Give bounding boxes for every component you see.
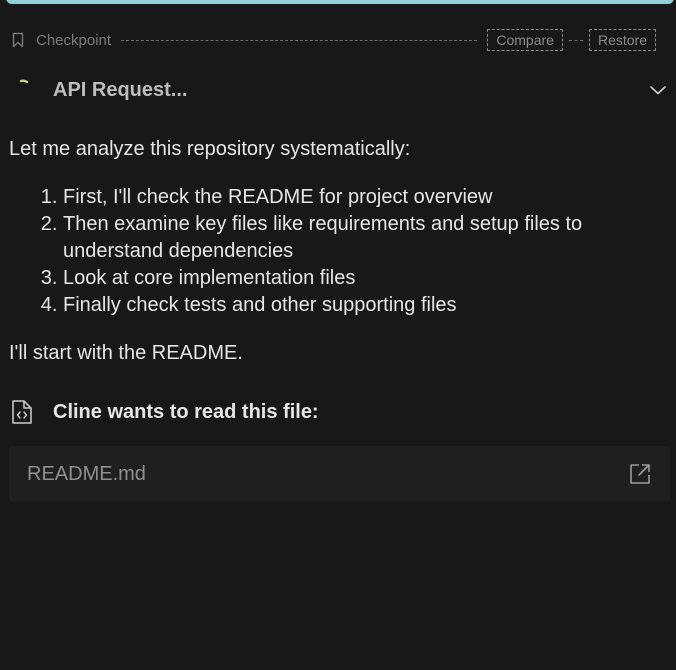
spinner-icon [18, 77, 32, 91]
list-item: First, I'll check the README for project… [63, 184, 669, 211]
api-request-header[interactable]: API Request... [18, 72, 668, 108]
bookmark-icon [10, 31, 26, 49]
file-code-icon [10, 399, 34, 425]
chevron-down-icon[interactable] [648, 80, 668, 100]
external-link-icon[interactable] [628, 462, 652, 486]
list-item: Then examine key files like requirements… [63, 211, 669, 265]
list-item: Finally check tests and other supporting… [63, 292, 669, 319]
steps-list: First, I'll check the README for project… [9, 184, 669, 319]
list-item: Look at core implementation files [63, 265, 669, 292]
restore-button[interactable]: Restore [588, 29, 656, 51]
checkpoint-divider-short [568, 39, 583, 41]
checkpoint-divider [121, 39, 478, 41]
tool-request-title: Cline wants to read this file: [53, 400, 319, 423]
top-accent-bar [6, 0, 674, 4]
assistant-message: Let me analyze this repository systemati… [9, 136, 669, 367]
tool-request-header: Cline wants to read this file: [10, 398, 660, 426]
file-name: README.md [27, 462, 146, 485]
checkpoint-label: Checkpoint [36, 31, 112, 49]
file-item[interactable]: README.md [9, 446, 670, 502]
message-intro: Let me analyze this repository systemati… [9, 138, 411, 160]
checkpoint-row: Checkpoint Compare Restore [10, 28, 656, 52]
compare-button[interactable]: Compare [487, 29, 563, 51]
message-outro: I'll start with the README. [9, 342, 243, 364]
api-request-title: API Request... [53, 78, 188, 101]
